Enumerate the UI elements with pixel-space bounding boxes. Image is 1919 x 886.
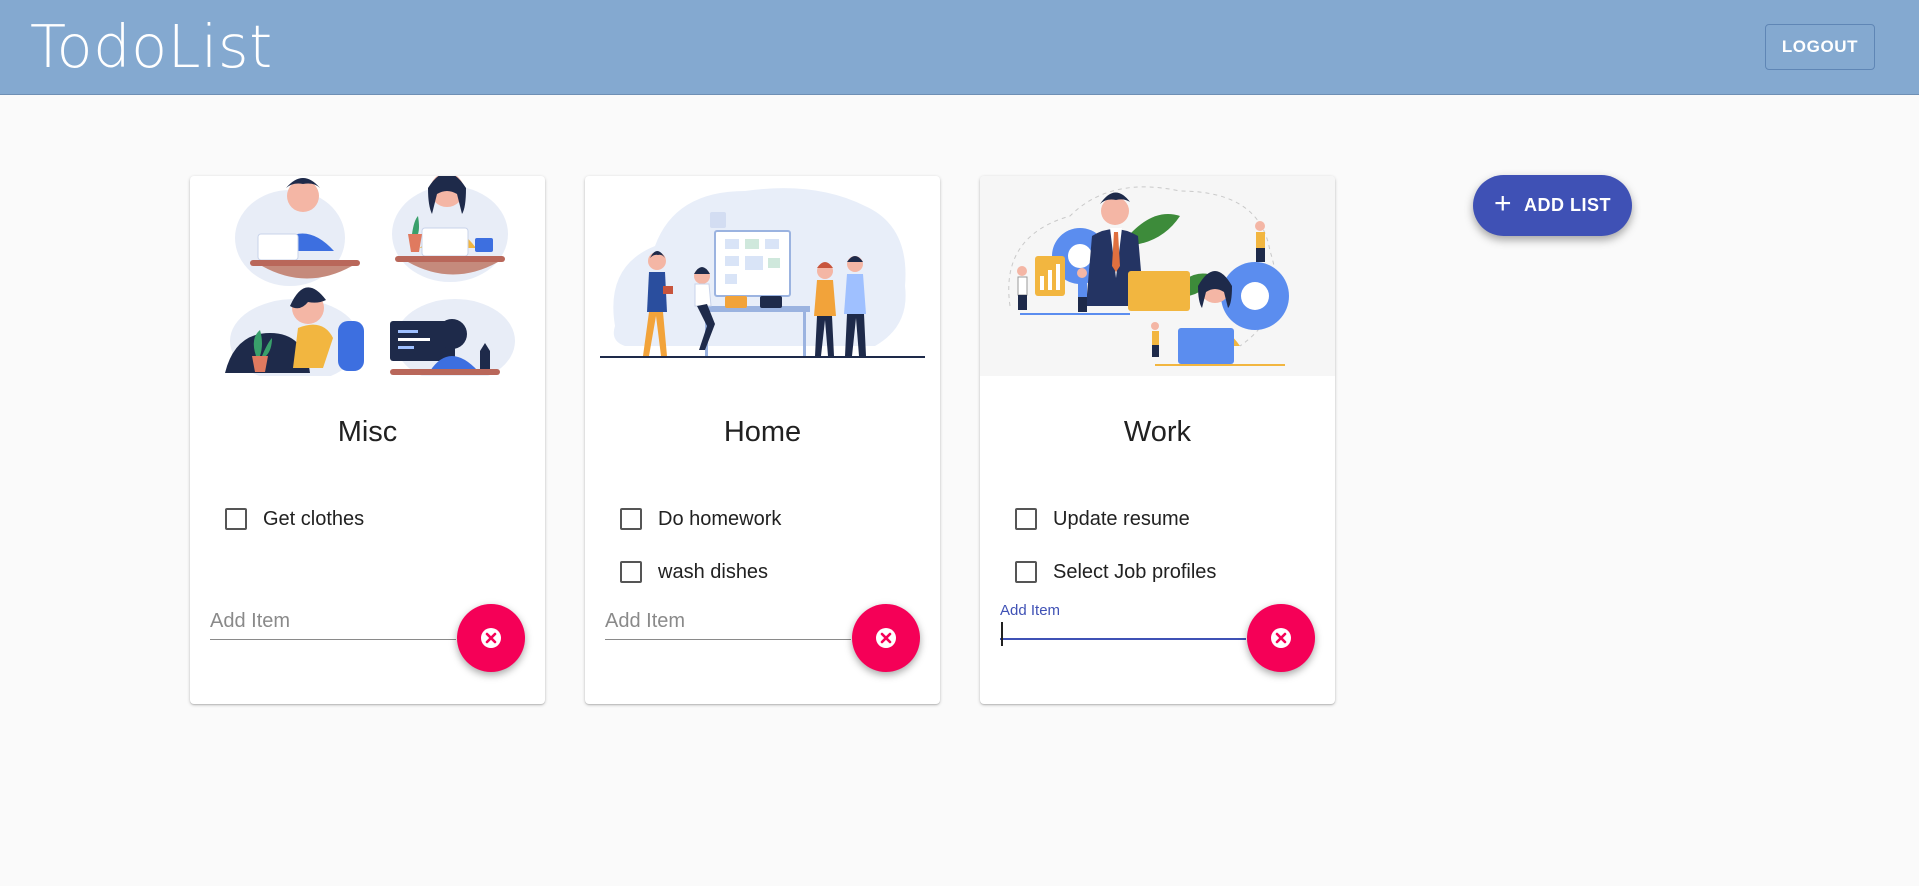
close-circle-icon bbox=[481, 628, 501, 648]
todo-checkbox[interactable] bbox=[620, 561, 642, 583]
todo-item-label: Do homework bbox=[658, 508, 782, 530]
add-item-input[interactable] bbox=[210, 610, 456, 633]
close-circle-icon bbox=[1271, 628, 1291, 648]
todo-checkbox[interactable] bbox=[1015, 561, 1037, 583]
list-card-work: Work Update resume Select Job profiles A… bbox=[980, 176, 1335, 704]
list-title: Home bbox=[723, 416, 802, 448]
list-title: Work bbox=[1123, 416, 1192, 448]
todo-checkbox[interactable] bbox=[1015, 508, 1037, 530]
todo-item-label: Update resume bbox=[1053, 508, 1190, 530]
todo-item[interactable]: Get clothes bbox=[225, 506, 364, 559]
app-bar: TodoList LOGOUT bbox=[0, 0, 1919, 95]
todo-item[interactable]: Do homework bbox=[620, 506, 781, 559]
people-working-illustration bbox=[225, 176, 515, 376]
list-card-home: Home Do homework wash dishes bbox=[585, 176, 940, 704]
todo-items: Get clothes bbox=[225, 506, 364, 559]
todo-checkbox[interactable] bbox=[620, 508, 642, 530]
delete-list-button[interactable] bbox=[457, 604, 525, 672]
todo-item-label: wash dishes bbox=[658, 561, 769, 583]
add-item-input[interactable] bbox=[1000, 609, 1246, 632]
add-list-button[interactable]: + ADD LIST bbox=[1473, 175, 1632, 236]
add-item-field: Add Item bbox=[1000, 594, 1246, 646]
todo-item[interactable]: Update resume bbox=[1015, 506, 1216, 559]
add-item-field bbox=[210, 594, 456, 640]
logout-button[interactable]: LOGOUT bbox=[1765, 24, 1875, 70]
app-title: TodoList bbox=[30, 12, 273, 81]
team-whiteboard-illustration bbox=[600, 188, 925, 358]
todo-checkbox[interactable] bbox=[225, 508, 247, 530]
close-circle-icon bbox=[876, 628, 896, 648]
list-card-misc: Misc Get clothes bbox=[190, 176, 545, 704]
todo-item-label: Select Job profiles bbox=[1053, 561, 1217, 583]
add-item-field bbox=[605, 594, 851, 640]
add-list-label: ADD LIST bbox=[1524, 195, 1612, 215]
business-team-illustration bbox=[980, 176, 1335, 376]
delete-list-button[interactable] bbox=[1247, 604, 1315, 672]
todo-item-label: Get clothes bbox=[263, 508, 365, 530]
add-item-input[interactable] bbox=[605, 610, 851, 633]
delete-list-button[interactable] bbox=[852, 604, 920, 672]
plus-icon: + bbox=[1493, 187, 1513, 220]
list-title: Misc bbox=[337, 416, 398, 448]
